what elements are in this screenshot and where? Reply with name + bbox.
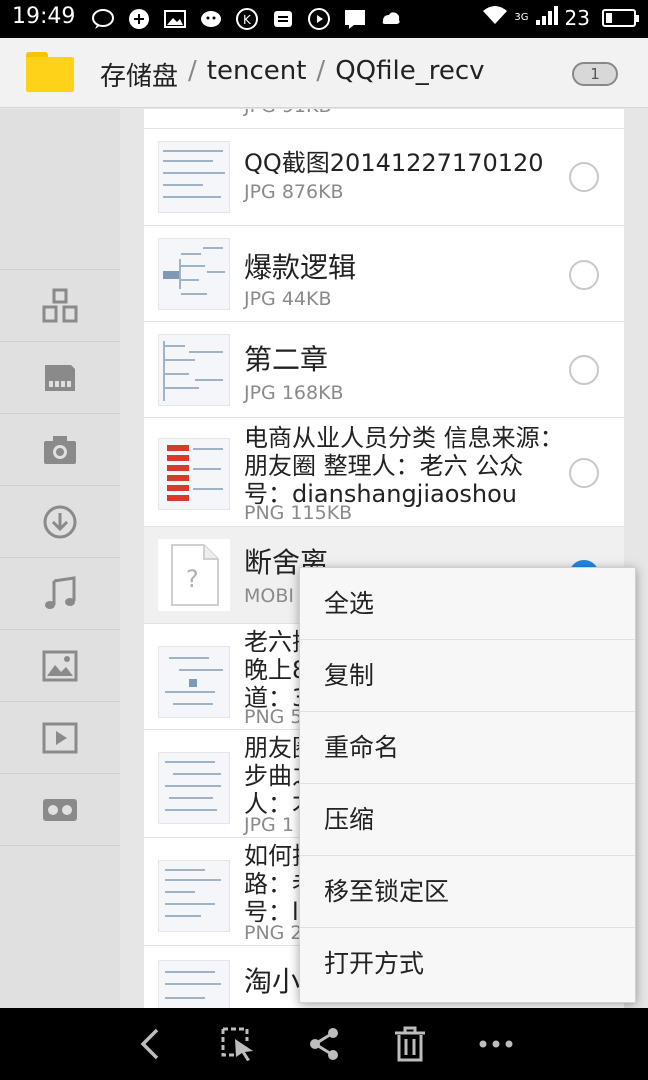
file-meta: MOBI (244, 585, 294, 607)
image-icon (42, 650, 78, 681)
svg-text:?: ? (186, 565, 199, 593)
file-name: 第二章 (244, 343, 329, 376)
file-meta: JPG 168KB (244, 382, 344, 404)
file-thumbnail (158, 960, 230, 1008)
weather-icon (378, 6, 404, 32)
breadcrumb-tencent[interactable]: tencent (207, 56, 307, 93)
file-meta: PNG 115KB (244, 502, 353, 524)
context-menu: 全选 复制 重命名 压缩 移至锁定区 打开方式 (299, 567, 636, 1003)
file-meta: JPG 1 (244, 814, 294, 836)
file-row[interactable]: QQ截图20141227170120 JPG 876KB (144, 129, 624, 226)
app-icon (126, 6, 152, 32)
status-time: 19:49 (12, 4, 76, 29)
file-thumbnail (158, 646, 230, 718)
menu-item-compress[interactable]: 压缩 (300, 784, 635, 856)
share-button[interactable] (304, 1024, 344, 1064)
battery-fill (606, 12, 612, 23)
menu-item-open-with[interactable]: 打开方式 (300, 928, 635, 1000)
delete-icon (395, 1026, 425, 1062)
sd-card-icon (45, 364, 75, 391)
file-row[interactable]: JPG 91KB (144, 109, 624, 129)
k-app-icon: K (234, 6, 260, 32)
sidebar-item-music[interactable] (0, 557, 120, 629)
selected-count-badge: 1 (572, 62, 618, 86)
file-meta: PNG 2 (244, 922, 303, 944)
sidebar-item-sd-card[interactable] (0, 341, 120, 413)
status-right: 3G 23 (482, 4, 639, 31)
file-row[interactable]: 电商从业人员分类 信息来源： 朋友圈 整理人：老六 公众 号：dianshang… (144, 418, 624, 527)
file-select-radio[interactable] (569, 458, 599, 488)
file-select-radio[interactable] (569, 260, 599, 290)
back-button[interactable] (132, 1024, 172, 1064)
back-icon (140, 1028, 159, 1060)
file-meta: PNG 5 (244, 706, 303, 728)
breadcrumb-storage[interactable]: 存储盘 (100, 56, 178, 93)
file-meta: JPG 44KB (244, 288, 332, 310)
select-icon (221, 1027, 253, 1061)
sidebar-item-video[interactable] (0, 701, 120, 773)
more-button[interactable] (476, 1024, 516, 1064)
category-icon (42, 288, 78, 322)
file-name: 爆款逻辑 (244, 251, 357, 284)
breadcrumb: 存储盘 / tencent / QQfile_recv (100, 56, 485, 93)
battery-percent: 23 (564, 5, 590, 30)
breadcrumb-separator: / (188, 56, 197, 86)
sidebar (0, 109, 120, 1008)
share-icon (310, 1028, 338, 1060)
taobao-icon (270, 6, 296, 32)
sidebar-item-download[interactable] (0, 485, 120, 557)
wifi-icon (482, 4, 508, 31)
file-row[interactable]: 第二章 JPG 168KB (144, 322, 624, 418)
unknown-file-icon: ? (158, 539, 230, 611)
sidebar-item-camera[interactable] (0, 413, 120, 485)
message-icon (342, 6, 368, 32)
network-type: 3G (514, 12, 529, 23)
folder-icon (26, 52, 74, 92)
file-thumbnail (158, 334, 230, 406)
file-meta: JPG 91KB (244, 109, 332, 117)
file-select-radio[interactable] (569, 162, 599, 192)
file-thumbnail (158, 438, 230, 510)
file-thumbnail (158, 141, 230, 213)
battery-icon (602, 8, 639, 27)
gallery-icon (162, 6, 188, 32)
file-name: 淘小 (244, 965, 301, 998)
menu-item-rename[interactable]: 重命名 (300, 712, 635, 784)
camera-icon (44, 435, 76, 464)
file-thumbnail (158, 752, 230, 824)
sidebar-item-vr[interactable] (0, 773, 120, 845)
sidebar-item-image[interactable] (0, 629, 120, 701)
header: 存储盘 / tencent / QQfile_recv 1 (0, 38, 648, 108)
svg-text:K: K (243, 13, 252, 27)
menu-item-copy[interactable]: 复制 (300, 640, 635, 712)
breadcrumb-separator: / (316, 56, 326, 86)
signal-icon (535, 4, 559, 31)
delete-button[interactable] (390, 1024, 430, 1064)
file-meta: JPG 876KB (244, 181, 344, 203)
more-icon (479, 1040, 513, 1048)
file-thumbnail (158, 238, 230, 310)
vr-icon (43, 798, 77, 821)
sidebar-item-category[interactable] (0, 269, 120, 341)
file-thumbnail (158, 860, 230, 932)
sidebar-divider (0, 845, 120, 846)
play-icon (306, 6, 332, 32)
notification-icons: K (90, 6, 404, 32)
video-icon (42, 722, 78, 753)
breadcrumb-qqfile-recv[interactable]: QQfile_recv (335, 56, 484, 93)
menu-item-select-all[interactable]: 全选 (300, 568, 635, 640)
bottom-action-bar (0, 1008, 648, 1080)
status-bar: 19:49 K 3G 23 (0, 0, 648, 38)
file-select-radio[interactable] (569, 355, 599, 385)
wechat-icon (198, 6, 224, 32)
select-button[interactable] (218, 1024, 258, 1064)
file-name: QQ截图20141227170120 (244, 149, 544, 177)
download-icon (43, 505, 77, 538)
menu-item-move-to-locked[interactable]: 移至锁定区 (300, 856, 635, 928)
chat-bubble-icon (90, 6, 116, 32)
file-row[interactable]: 爆款逻辑 JPG 44KB (144, 226, 624, 322)
file-name: 电商从业人员分类 信息来源： 朋友圈 整理人：老六 公众 号：dianshang… (244, 424, 564, 508)
music-icon (45, 575, 76, 609)
